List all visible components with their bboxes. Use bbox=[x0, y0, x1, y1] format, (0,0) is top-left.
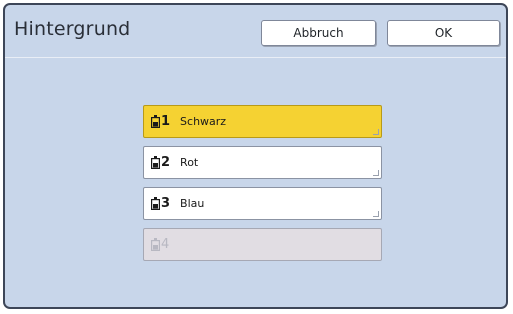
ok-button[interactable]: OK bbox=[387, 20, 500, 46]
option-list: 1 Schwarz 2 Rot 3 Blau 4 bbox=[5, 58, 506, 307]
resize-corner bbox=[373, 129, 379, 135]
dialog-title: Hintergrund bbox=[14, 18, 131, 40]
ink-cartridge-icon bbox=[151, 238, 160, 251]
dialog-window: Hintergrund Abbruch OK 1 Schwarz 2 Rot 3… bbox=[3, 3, 508, 309]
resize-corner bbox=[373, 211, 379, 217]
cancel-button[interactable]: Abbruch bbox=[261, 20, 376, 46]
option-item-3[interactable]: 3 Blau bbox=[143, 187, 382, 220]
dialog-header: Hintergrund Abbruch OK bbox=[5, 5, 506, 58]
option-number: 3 bbox=[161, 196, 171, 211]
option-label: Schwarz bbox=[180, 115, 227, 128]
option-number: 2 bbox=[161, 155, 171, 170]
ink-cartridge-icon bbox=[151, 115, 160, 128]
resize-corner bbox=[373, 170, 379, 176]
option-item-1[interactable]: 1 Schwarz bbox=[143, 105, 382, 138]
option-label: Rot bbox=[180, 156, 199, 169]
option-item-2[interactable]: 2 Rot bbox=[143, 146, 382, 179]
ink-cartridge-icon bbox=[151, 197, 160, 210]
option-number: 4 bbox=[161, 237, 170, 252]
option-item-4: 4 bbox=[143, 228, 382, 261]
option-label: Blau bbox=[180, 197, 205, 210]
ink-cartridge-icon bbox=[151, 156, 160, 169]
option-number: 1 bbox=[161, 114, 171, 129]
